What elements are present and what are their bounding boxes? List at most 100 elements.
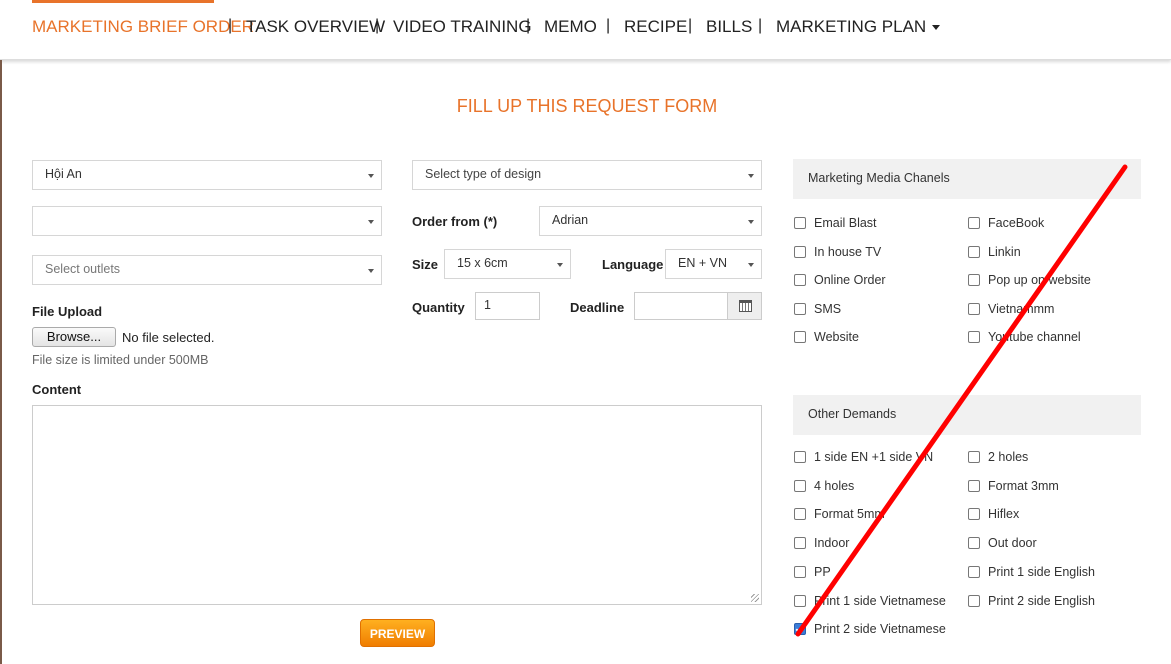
other-demand-checkbox-label: 2 holes — [988, 450, 1029, 464]
media-channel-checkbox[interactable] — [968, 217, 980, 229]
nav-separator: | — [526, 17, 531, 34]
nav-item-recipe[interactable]: RECIPE — [624, 17, 687, 37]
media-channel-checkbox[interactable] — [794, 331, 806, 343]
calendar-button[interactable] — [727, 292, 762, 320]
chevron-down-icon — [748, 263, 754, 267]
file-size-note: File size is limited under 500MB — [32, 353, 209, 367]
secondary-select[interactable] — [32, 206, 382, 236]
order-from-value: Adrian — [552, 213, 589, 227]
media-channels-header: Marketing Media Chanels — [793, 159, 1141, 199]
nav-separator: | — [228, 17, 233, 34]
other-demand-checkbox-label: Print 2 side English — [988, 593, 1096, 608]
media-channel-checkbox-label: Website — [814, 330, 859, 344]
location-select-value: Hội An — [45, 167, 82, 181]
content-textarea[interactable] — [32, 405, 762, 605]
other-demand-checkbox-label: Out door — [988, 536, 1037, 551]
other-demand-checkbox[interactable] — [968, 451, 980, 463]
nav-separator: | — [688, 17, 693, 34]
design-type-select[interactable]: Select type of design — [412, 160, 762, 190]
media-channel-checkbox[interactable] — [794, 274, 806, 286]
media-channel-checkbox[interactable] — [794, 302, 806, 315]
media-channel-checkbox[interactable] — [794, 245, 806, 258]
file-upload-label: File Upload — [32, 304, 103, 319]
other-demand-checkbox-label: Print 1 side Vietnamese — [814, 593, 946, 608]
other-demand-checkbox[interactable] — [968, 594, 980, 607]
preview-button[interactable]: PREVIEW — [360, 619, 435, 647]
other-demand-checkbox-label: Hiflex — [988, 507, 1020, 522]
other-demand-checkbox-label: Format 3mm — [988, 478, 1059, 493]
media-channel-checkbox[interactable] — [968, 245, 980, 258]
other-demand-checkbox[interactable] — [794, 508, 806, 521]
nav-separator: | — [758, 17, 763, 34]
size-select[interactable]: 15 x 6cm — [444, 249, 571, 279]
chevron-down-icon — [748, 174, 754, 178]
media-channel-checkbox-label: Email Blast — [814, 216, 877, 230]
form-title: FILL UP THIS REQUEST FORM — [456, 96, 718, 116]
other-demand-checkbox[interactable] — [794, 479, 806, 492]
quantity-input[interactable]: 1 — [475, 292, 540, 320]
media-channel-checkbox-label: SMS — [814, 301, 842, 316]
media-channel-checkbox-label: Linkin — [988, 244, 1021, 259]
other-demand-checkbox-label: Format 5mm — [814, 507, 885, 522]
media-channel-checkbox[interactable] — [968, 331, 980, 343]
media-channel-checkbox[interactable] — [968, 274, 980, 286]
quantity-label: Quantity — [412, 300, 465, 315]
other-demand-checkbox-label: 4 holes — [814, 478, 855, 493]
other-demand-checkbox[interactable] — [794, 537, 806, 550]
nav-separator: | — [606, 17, 611, 34]
other-demand-checkbox[interactable] — [794, 565, 806, 578]
other-demand-checkbox[interactable] — [968, 479, 980, 492]
media-channel-checkbox-label: Youtube channel — [988, 330, 1081, 344]
size-label: Size — [412, 257, 439, 272]
chevron-down-icon — [368, 220, 374, 224]
media-channel-checkbox-label: FaceBook — [988, 216, 1045, 230]
content-label: Content — [32, 382, 82, 397]
caret-down-icon — [932, 25, 941, 31]
outlets-select-placeholder: Select outlets — [45, 262, 121, 276]
deadline-label: Deadline — [570, 300, 625, 315]
calendar-icon — [739, 300, 752, 312]
other-demands-header: Other Demands — [793, 395, 1141, 435]
media-channel-checkbox[interactable] — [794, 217, 806, 229]
size-value: 15 x 6cm — [457, 256, 508, 270]
other-demand-checkbox-label: Print 2 side Vietnamese — [814, 622, 946, 637]
media-channel-checkbox[interactable] — [968, 302, 980, 315]
nav-item-task-overview[interactable]: TASK OVERVIEW — [246, 17, 385, 37]
media-channel-checkbox-label: Vietnammm — [988, 301, 1055, 316]
media-channel-checkbox-label: Online Order — [814, 273, 886, 287]
nav-item-video-training[interactable]: VIDEO TRAINING — [393, 17, 532, 37]
nav-item-bills[interactable]: BILLS — [706, 17, 752, 37]
browse-button[interactable]: Browse... — [32, 327, 116, 347]
other-demand-checkbox[interactable] — [968, 565, 980, 578]
language-value: EN + VN — [678, 256, 727, 270]
top-navigation: MARKETING BRIEF ORDER | TASK OVERVIEW | … — [0, 0, 1171, 60]
no-file-text: No file selected. — [122, 330, 215, 345]
other-demand-checkbox-label: Print 1 side English — [988, 564, 1096, 579]
nav-item-marketing-plan-label: MARKETING PLAN — [776, 17, 927, 36]
nav-active-indicator — [32, 0, 214, 3]
order-from-label: Order from (*) — [412, 214, 498, 229]
other-demand-checkbox[interactable] — [968, 508, 980, 521]
other-demand-checkbox-label: Indoor — [814, 536, 850, 551]
other-demand-checkbox-label: 1 side EN +1 side VN — [814, 450, 934, 464]
media-channel-checkbox-label: Pop up on website — [988, 273, 1091, 287]
other-demand-checkbox[interactable] — [794, 594, 806, 607]
other-demand-checkbox[interactable] — [794, 623, 806, 636]
nav-item-marketing-brief-order[interactable]: MARKETING BRIEF ORDER — [32, 17, 254, 37]
nav-item-marketing-plan[interactable]: MARKETING PLAN — [776, 17, 941, 37]
deadline-input[interactable] — [634, 292, 728, 320]
resize-handle-icon[interactable] — [751, 594, 759, 602]
other-demand-checkbox[interactable] — [968, 537, 980, 550]
nav-item-memo[interactable]: MEMO — [544, 17, 597, 37]
media-channel-checkbox-label: In house TV — [814, 244, 882, 259]
language-label: Language — [602, 257, 664, 272]
other-demand-checkbox-label: PP — [814, 564, 831, 579]
chevron-down-icon — [368, 269, 374, 273]
language-select[interactable]: EN + VN — [665, 249, 762, 279]
other-demand-checkbox[interactable] — [794, 451, 806, 463]
chevron-down-icon — [368, 174, 374, 178]
outlets-select[interactable]: Select outlets — [32, 255, 382, 285]
order-from-select[interactable]: Adrian — [539, 206, 762, 236]
location-select[interactable]: Hội An — [32, 160, 382, 190]
left-border — [0, 60, 2, 664]
